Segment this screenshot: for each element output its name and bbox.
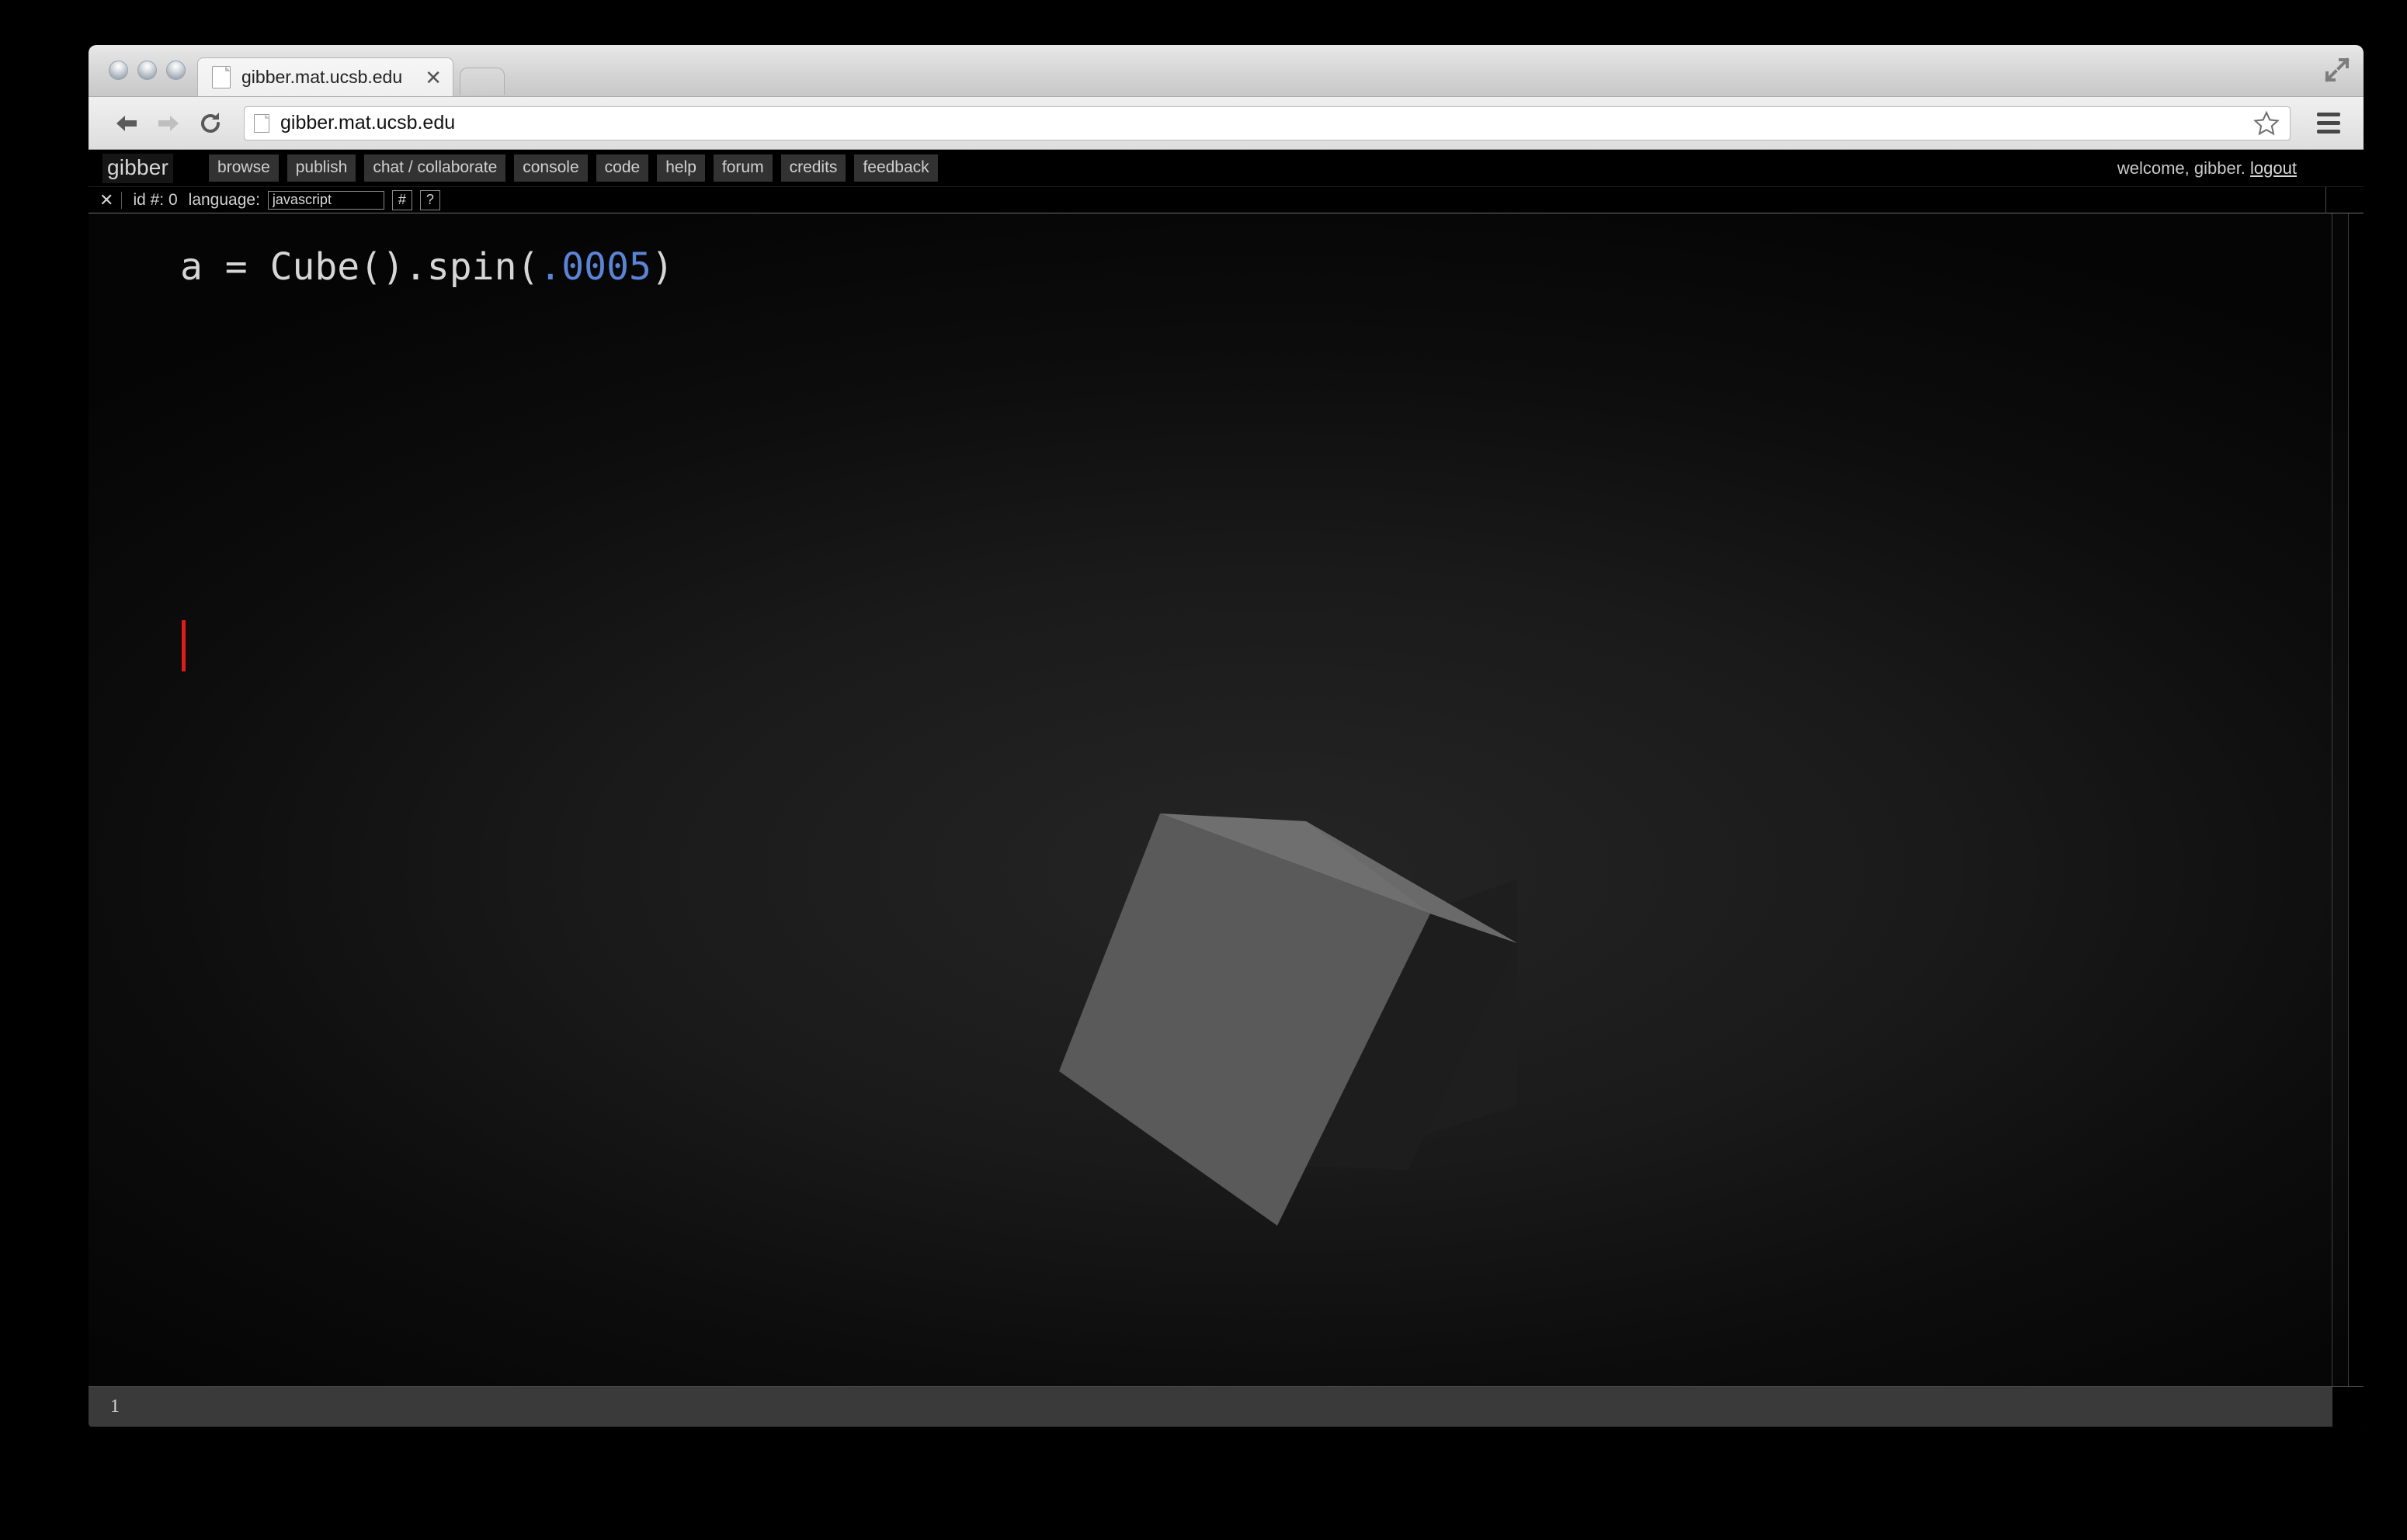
gibber-logo[interactable]: gibber bbox=[102, 153, 174, 183]
nav-item-console[interactable]: console bbox=[514, 154, 588, 182]
help-button[interactable]: ? bbox=[419, 189, 440, 210]
editor-workspace[interactable]: a = Cube().spin(.0005) bbox=[89, 213, 2364, 1386]
code-editor[interactable]: a = Cube().spin(.0005) bbox=[89, 213, 2364, 1386]
nav-item-code[interactable]: code bbox=[596, 154, 649, 182]
page-icon bbox=[212, 66, 231, 88]
new-tab-button[interactable] bbox=[460, 68, 505, 95]
fullscreen-arrows-icon[interactable] bbox=[2322, 54, 2353, 85]
bookmark-star-icon[interactable] bbox=[2252, 109, 2280, 137]
status-bar-right-edge bbox=[2332, 1387, 2364, 1427]
back-arrow-icon[interactable] bbox=[106, 102, 148, 144]
text-cursor bbox=[182, 620, 186, 671]
nav-item-help[interactable]: help bbox=[657, 154, 705, 182]
editor-right-gutter bbox=[2348, 213, 2364, 1386]
menu-bar-3 bbox=[2317, 130, 2340, 134]
gibber-navbar: gibber browse publish chat / collaborate… bbox=[89, 150, 2364, 187]
menu-bar-2 bbox=[2317, 121, 2340, 125]
browser-titlebar: gibber.mat.ucsb.edu ✕ bbox=[89, 45, 2364, 97]
language-label: language: bbox=[188, 190, 260, 209]
nav-item-feedback[interactable]: feedback bbox=[854, 154, 938, 182]
code-line-1[interactable]: a = Cube().spin(.0005) bbox=[89, 245, 2364, 289]
hash-button[interactable]: # bbox=[391, 189, 412, 210]
browser-tab-title: gibber.mat.ucsb.edu bbox=[241, 67, 403, 87]
browser-tab-strip: gibber.mat.ucsb.edu ✕ bbox=[197, 57, 505, 96]
window-minimize-button[interactable] bbox=[137, 61, 157, 80]
code-number-literal: .0005 bbox=[539, 245, 651, 289]
forward-arrow-icon[interactable] bbox=[148, 102, 189, 144]
nav-item-browse[interactable]: browse bbox=[209, 154, 279, 182]
code-text-suffix: ) bbox=[651, 245, 674, 289]
close-icon[interactable]: ✕ bbox=[96, 191, 123, 209]
gibber-page: gibber browse publish chat / collaborate… bbox=[89, 150, 2364, 1427]
code-text-prefix: a = Cube().spin( bbox=[180, 245, 540, 289]
browser-window: gibber.mat.ucsb.edu ✕ gibber.mat.ucsb.ed… bbox=[89, 45, 2364, 1427]
editor-id-label: id #: 0 bbox=[133, 190, 178, 209]
logout-link[interactable]: logout bbox=[2250, 158, 2297, 178]
language-input[interactable] bbox=[267, 190, 384, 210]
window-zoom-button[interactable] bbox=[166, 61, 186, 80]
page-icon bbox=[254, 113, 269, 133]
browser-tab[interactable]: gibber.mat.ucsb.edu ✕ bbox=[197, 57, 453, 96]
browser-toolbar: gibber.mat.ucsb.edu bbox=[89, 97, 2364, 150]
line-number-indicator: 1 bbox=[110, 1396, 120, 1417]
user-session-area: welcome, gibber. logout bbox=[2117, 158, 2297, 179]
address-bar-url[interactable]: gibber.mat.ucsb.edu bbox=[280, 112, 2252, 134]
editor-toolbar: ✕ id #: 0 language: # ? bbox=[89, 187, 2364, 213]
hamburger-menu-icon[interactable] bbox=[2311, 106, 2346, 141]
status-bar: 1 bbox=[89, 1386, 2364, 1427]
reload-icon[interactable] bbox=[189, 102, 231, 144]
toolbar-divider bbox=[2325, 187, 2326, 213]
welcome-text: welcome, gibber. bbox=[2117, 158, 2245, 178]
nav-item-credits[interactable]: credits bbox=[780, 154, 846, 182]
window-close-button[interactable] bbox=[109, 61, 128, 80]
window-traffic-lights bbox=[109, 61, 186, 80]
nav-item-forum[interactable]: forum bbox=[713, 154, 773, 182]
close-icon[interactable]: ✕ bbox=[425, 68, 442, 88]
address-bar[interactable]: gibber.mat.ucsb.edu bbox=[244, 106, 2291, 140]
menu-bar-1 bbox=[2317, 113, 2340, 116]
nav-item-publish[interactable]: publish bbox=[287, 154, 356, 182]
nav-item-chat-collaborate[interactable]: chat / collaborate bbox=[364, 154, 506, 182]
